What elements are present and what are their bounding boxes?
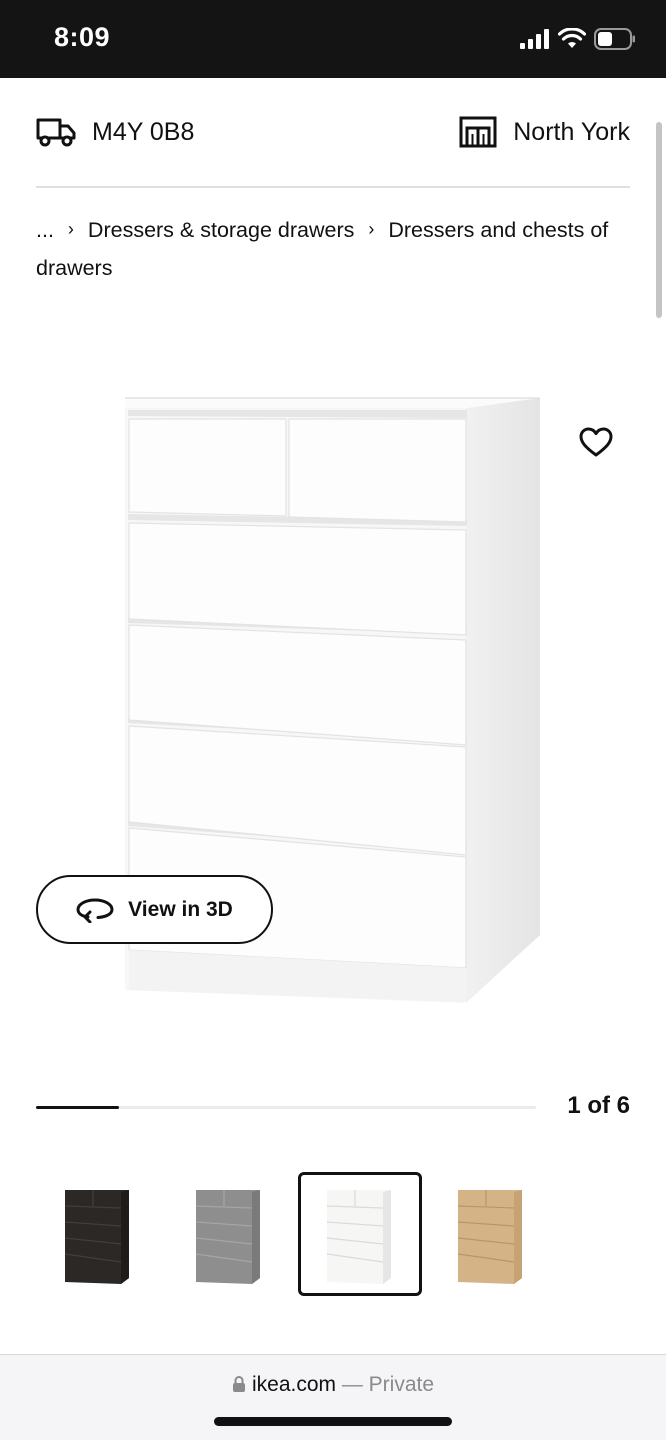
carousel-progress-bar bbox=[36, 1106, 536, 1109]
thumbnail-black-brown-dresser[interactable] bbox=[36, 1172, 160, 1296]
breadcrumb: ... › Dressers & storage drawers › Dressers … bbox=[36, 212, 636, 287]
page-scrollbar[interactable] bbox=[656, 122, 662, 318]
delivery-truck-icon bbox=[36, 118, 76, 147]
status-bar: 8:09 bbox=[0, 0, 666, 78]
thumbnail-oak-dresser[interactable] bbox=[429, 1172, 553, 1296]
wifi-icon bbox=[558, 28, 586, 48]
carousel-progress-fill bbox=[36, 1106, 120, 1109]
battery-icon bbox=[594, 28, 635, 50]
store-name: North York bbox=[513, 117, 630, 146]
favorite-button[interactable] bbox=[574, 420, 618, 464]
rotate-3d-icon bbox=[76, 897, 114, 923]
heart-icon bbox=[579, 427, 613, 457]
breadcrumb-item-dressers-storage[interactable]: Dressers & storage drawers bbox=[88, 218, 354, 242]
view-in-3d-label: View in 3D bbox=[128, 897, 233, 921]
status-icons bbox=[520, 28, 636, 50]
white-dresser-thumbnail bbox=[326, 1190, 391, 1284]
url-host: ikea.com bbox=[251, 1373, 336, 1396]
signal-icon bbox=[520, 29, 549, 49]
browser-bottom-bar: ikea.com — Private bbox=[0, 1354, 666, 1440]
lock-icon bbox=[232, 1376, 245, 1392]
black-brown-dresser-thumbnail bbox=[64, 1190, 129, 1284]
url-separator: — bbox=[336, 1373, 369, 1396]
thumbnail-gray-dresser[interactable] bbox=[167, 1172, 291, 1296]
thumbnail-white-dresser[interactable] bbox=[298, 1172, 422, 1296]
private-mode-label: Private bbox=[368, 1373, 435, 1396]
postal-code: M4Y 0B8 bbox=[92, 117, 195, 146]
store-selector-button[interactable]: North York bbox=[459, 116, 630, 148]
store-icon bbox=[459, 116, 497, 148]
header-divider bbox=[36, 186, 630, 188]
url-bar[interactable]: ikea.com — Private bbox=[0, 1373, 666, 1397]
gray-dresser-thumbnail bbox=[195, 1190, 260, 1284]
oak-dresser-thumbnail bbox=[457, 1190, 522, 1284]
chevron-right-icon: › bbox=[67, 219, 74, 239]
status-time: 8:09 bbox=[54, 22, 111, 52]
location-row: M4Y 0B8 North York bbox=[36, 116, 630, 160]
delivery-postal-code-button[interactable]: M4Y 0B8 bbox=[36, 116, 194, 148]
home-indicator[interactable] bbox=[214, 1417, 452, 1426]
view-in-3d-button[interactable]: View in 3D bbox=[36, 875, 273, 944]
carousel-page-count: 1 of 6 bbox=[567, 1092, 630, 1119]
breadcrumb-ellipsis[interactable]: ... bbox=[36, 218, 54, 242]
chevron-right-icon: › bbox=[368, 219, 375, 239]
